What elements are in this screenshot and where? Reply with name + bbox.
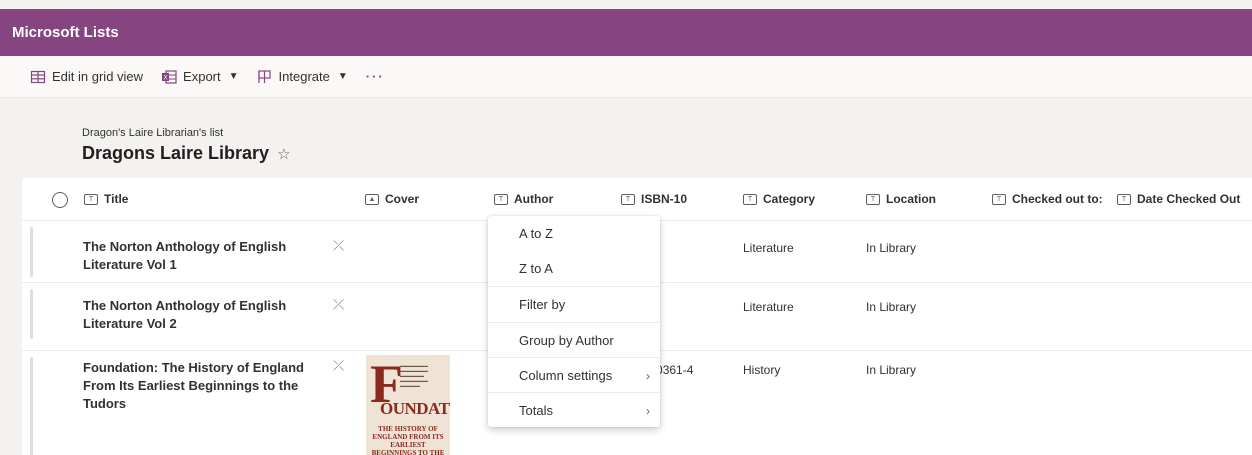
text-column-icon: T (1117, 193, 1131, 205)
column-header-category-label: Category (763, 192, 816, 206)
text-column-icon: T (84, 193, 98, 205)
list-title-row: Dragons Laire Library ☆ (82, 143, 291, 164)
menu-item-label: A to Z (519, 226, 553, 241)
text-column-icon: T (494, 193, 508, 205)
integrate-button[interactable]: Integrate ▼ (257, 69, 348, 85)
column-header-title-label: Title (104, 192, 129, 206)
column-header-location[interactable]: T Location (866, 178, 936, 220)
column-header-isbn-label: ISBN-10 (641, 192, 688, 206)
column-header-author-label: Author (514, 192, 554, 206)
row-title[interactable]: The Norton Anthology of English Literatu… (83, 238, 313, 274)
menu-item-column-settings[interactable]: Column settings › (488, 358, 660, 393)
row-selection-bar[interactable] (30, 227, 33, 277)
row-title[interactable]: The Norton Anthology of English Literatu… (83, 297, 313, 333)
row-location: In Library (866, 363, 917, 377)
menu-item-totals[interactable]: Totals › (488, 393, 660, 428)
menu-item-sort-a-to-z[interactable]: A to Z (488, 216, 660, 251)
column-header-author[interactable]: T Author (494, 178, 553, 220)
favorite-star-icon[interactable]: ☆ (277, 145, 290, 163)
row-location: In Library (866, 241, 917, 255)
excel-icon: X (162, 69, 177, 84)
column-header-isbn[interactable]: T ISBN-10 (621, 178, 687, 220)
text-column-icon: T (621, 193, 635, 205)
column-header-title[interactable]: T Title (84, 178, 128, 220)
image-column-icon: ▲ (365, 193, 379, 205)
pin-icon[interactable]: ⤫ (333, 296, 344, 313)
column-header-category[interactable]: T Category (743, 178, 815, 220)
export-label: Export (183, 69, 221, 84)
menu-item-label: Group by Author (519, 333, 614, 348)
row-location: In Library (866, 300, 917, 314)
grid-icon (30, 70, 46, 83)
column-header-checked-out-to-label: Checked out to: (1012, 192, 1103, 206)
suite-header: Microsoft Lists (0, 9, 1252, 56)
row-category: Literature (743, 300, 794, 314)
author-column-menu: A to Z Z to A Filter by Group by Author … (488, 216, 660, 427)
site-name[interactable]: Dragon's Laire Librarian's list (82, 127, 223, 139)
list-title: Dragons Laire Library (82, 143, 270, 163)
edit-in-grid-view-label: Edit in grid view (52, 69, 144, 84)
column-header-date-checked-out-label: Date Checked Out (1137, 192, 1241, 206)
app-title[interactable]: Microsoft Lists (12, 24, 119, 41)
pin-icon[interactable]: ⤫ (333, 357, 344, 374)
chevron-down-icon: ▼ (228, 71, 239, 82)
svg-text:X: X (163, 74, 167, 81)
book-cover-image[interactable]: F ▬▬▬▬▬▬▬ ▬▬▬▬▬▬▬ ▬▬▬▬▬▬ ▬▬▬▬▬▬▬ ▬▬▬▬▬ O… (366, 355, 450, 455)
column-header-cover[interactable]: ▲ Cover (365, 178, 419, 220)
column-header-date-checked-out[interactable]: T Date Checked Out (1117, 178, 1240, 220)
cover-title-word: OUNDATION (380, 399, 450, 418)
text-column-icon: T (992, 193, 1006, 205)
chevron-down-icon: ▼ (337, 71, 348, 82)
menu-item-filter-by[interactable]: Filter by (488, 287, 660, 322)
menu-item-label: Z to A (519, 261, 553, 276)
edit-in-grid-view-button[interactable]: Edit in grid view (30, 69, 143, 85)
integrate-icon (257, 69, 271, 83)
chevron-right-icon: › (646, 403, 650, 418)
row-selection-bar[interactable] (30, 357, 33, 455)
row-title[interactable]: Foundation: The History of England From … (83, 359, 313, 413)
top-strip (0, 0, 1252, 5)
column-header-cover-label: Cover (385, 192, 420, 206)
select-all-checkbox[interactable] (52, 192, 68, 208)
more-commands-button[interactable]: ··· (366, 69, 385, 84)
menu-item-label: Column settings (519, 368, 613, 383)
integrate-label: Integrate (278, 69, 330, 84)
menu-item-group-by[interactable]: Group by Author (488, 323, 660, 358)
pin-icon[interactable]: ⤫ (333, 237, 344, 254)
menu-item-label: Filter by (519, 297, 566, 312)
row-category: Literature (743, 241, 794, 255)
text-column-icon: T (743, 193, 757, 205)
export-button[interactable]: X Export ▼ (161, 69, 239, 85)
menu-item-sort-z-to-a[interactable]: Z to A (488, 251, 660, 286)
cover-subtitle: THE HISTORY OF ENGLAND FROM ITS EARLIEST… (371, 425, 445, 455)
column-header-location-label: Location (886, 192, 936, 206)
menu-item-label: Totals (519, 403, 553, 418)
cover-blurb-text: ▬▬▬▬▬▬▬ ▬▬▬▬▬▬▬ ▬▬▬▬▬▬ ▬▬▬▬▬▬▬ ▬▬▬▬▬ (400, 363, 428, 388)
command-bar: Edit in grid view X Export ▼ Integrate ▼… (0, 56, 1252, 98)
column-header-checked-out-to[interactable]: T Checked out to: (992, 178, 1103, 220)
row-selection-bar[interactable] (30, 289, 33, 339)
chevron-right-icon: › (646, 368, 650, 383)
row-category: History (743, 363, 781, 377)
text-column-icon: T (866, 193, 880, 205)
list-header: Dragon's Laire Librarian's list Dragons … (0, 98, 1252, 178)
